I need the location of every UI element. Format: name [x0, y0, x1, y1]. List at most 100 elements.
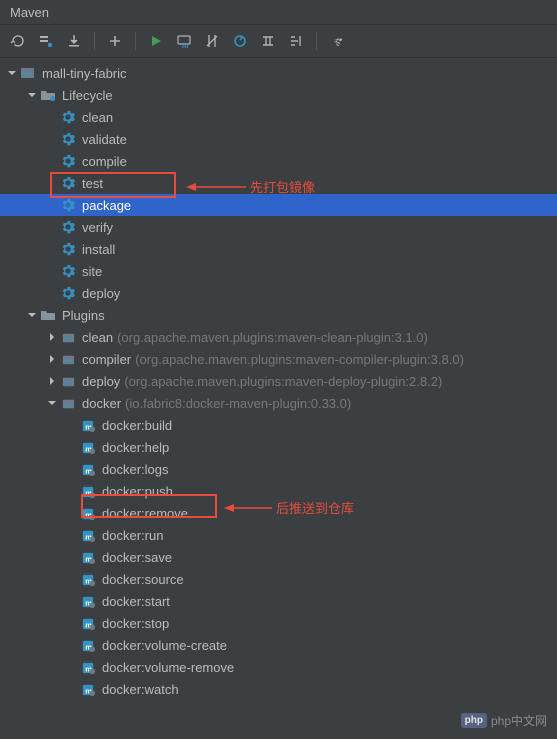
plugin-goal-docker-build[interactable]: mdocker:build	[0, 414, 557, 436]
lifecycle-goal-compile[interactable]: compile	[0, 150, 557, 172]
reload-icon[interactable]	[6, 29, 30, 53]
tree-label: Plugins	[62, 308, 105, 323]
generate-sources-icon[interactable]	[34, 29, 58, 53]
lifecycle-goal-test[interactable]: test	[0, 172, 557, 194]
maven-goal-icon: m	[80, 461, 96, 477]
lifecycle-goal-deploy[interactable]: deploy	[0, 282, 557, 304]
download-icon[interactable]	[62, 29, 86, 53]
svg-text:m: m	[182, 43, 188, 49]
plugin-coords: (org.apache.maven.plugins:maven-deploy-p…	[124, 374, 442, 389]
plugin-goal-docker-remove[interactable]: mdocker:remove	[0, 502, 557, 524]
plugin-icon: m	[60, 329, 76, 345]
plugin-docker[interactable]: m docker (io.fabric8:docker-maven-plugin:0…	[0, 392, 557, 414]
tree-label: compile	[82, 154, 127, 169]
plugin-icon: m	[60, 395, 76, 411]
plugin-goal-docker-help[interactable]: m docker:help	[0, 436, 557, 458]
tree-label: docker	[82, 396, 121, 411]
plugin-compiler[interactable]: mcompiler(org.apache.maven.plugins:maven…	[0, 348, 557, 370]
skip-tests-icon[interactable]	[256, 29, 280, 53]
gear-icon	[60, 241, 76, 257]
gear-icon	[60, 285, 76, 301]
execute-maven-icon[interactable]: m	[172, 29, 196, 53]
add-icon[interactable]	[103, 29, 127, 53]
watermark-logo: php	[461, 713, 487, 728]
expand-arrow-icon[interactable]	[46, 397, 58, 409]
expand-arrow-icon[interactable]	[46, 353, 58, 365]
maven-goal-icon: m	[80, 615, 96, 631]
toolbar-separator	[316, 32, 317, 50]
run-icon[interactable]	[144, 29, 168, 53]
tree-label: docker:run	[102, 528, 163, 543]
tree-label: test	[82, 176, 103, 191]
maven-goal-icon: m	[80, 637, 96, 653]
plugin-goal-docker-run[interactable]: m docker:run	[0, 524, 557, 546]
tree-label: docker:help	[102, 440, 169, 455]
toolbar: m	[0, 25, 557, 58]
lifecycle-goal-site[interactable]: site	[0, 260, 557, 282]
gear-icon	[60, 197, 76, 213]
plugin-goal-docker-volume-remove[interactable]: m docker:volume-remove	[0, 656, 557, 678]
watermark-text: php中文网	[491, 712, 547, 729]
expand-arrow-icon[interactable]	[46, 375, 58, 387]
plugins-folder[interactable]: Plugins	[0, 304, 557, 326]
maven-goal-icon: m	[80, 527, 96, 543]
settings-icon[interactable]	[325, 29, 349, 53]
tree-label: docker:watch	[102, 682, 179, 697]
plugin-goal-docker-start[interactable]: mdocker:start	[0, 590, 557, 612]
tree-label: docker:push	[102, 484, 173, 499]
toolbar-separator	[135, 32, 136, 50]
plugin-goal-docker-volume-create[interactable]: m docker:volume-create	[0, 634, 557, 656]
maven-goal-icon: m	[80, 681, 96, 697]
tree-label: clean	[82, 110, 113, 125]
tree-label: docker:build	[102, 418, 172, 433]
tree-label: docker:volume-remove	[102, 660, 234, 675]
lifecycle-folder[interactable]: Lifecycle	[0, 84, 557, 106]
svg-text:m: m	[64, 400, 71, 409]
show-deps-icon[interactable]	[284, 29, 308, 53]
maven-goal-icon: m	[80, 483, 96, 499]
tree-root[interactable]: m mall-tiny-fabric	[0, 62, 557, 84]
expand-arrow-icon[interactable]	[46, 331, 58, 343]
plugin-goal-docker-logs[interactable]: mdocker:logs	[0, 458, 557, 480]
tree-label: docker:stop	[102, 616, 169, 631]
expand-arrow-icon[interactable]	[26, 309, 38, 321]
watermark: php php中文网	[461, 712, 547, 729]
lifecycle-goal-install[interactable]: install	[0, 238, 557, 260]
lifecycle-goal-validate[interactable]: validate	[0, 128, 557, 150]
gear-icon	[60, 263, 76, 279]
maven-goal-icon: m	[80, 439, 96, 455]
lifecycle-goal-clean[interactable]: clean	[0, 106, 557, 128]
tree-label: docker:volume-create	[102, 638, 227, 653]
tree-label: Lifecycle	[62, 88, 113, 103]
expand-arrow-icon[interactable]	[6, 67, 18, 79]
plugin-goal-docker-save[interactable]: mdocker:save	[0, 546, 557, 568]
plugin-coords: (org.apache.maven.plugins:maven-clean-pl…	[117, 330, 428, 345]
plugin-goal-docker-push[interactable]: m docker:push	[0, 480, 557, 502]
cycle-icon[interactable]	[228, 29, 252, 53]
gear-icon	[60, 153, 76, 169]
tree-label: mall-tiny-fabric	[42, 66, 127, 81]
toggle-offline-icon[interactable]	[200, 29, 224, 53]
plugin-coords: (io.fabric8:docker-maven-plugin:0.33.0)	[125, 396, 351, 411]
plugin-goal-docker-watch[interactable]: m docker:watch	[0, 678, 557, 700]
gear-icon	[60, 109, 76, 125]
plugin-clean[interactable]: mclean (org.apache.maven.plugins:maven-cl…	[0, 326, 557, 348]
maven-goal-icon: m	[80, 549, 96, 565]
tree-label: verify	[82, 220, 113, 235]
lifecycle-goal-verify[interactable]: verify	[0, 216, 557, 238]
maven-goal-icon: m	[80, 593, 96, 609]
tree-label: deploy	[82, 286, 120, 301]
plugin-goal-docker-stop[interactable]: m docker:stop	[0, 612, 557, 634]
plugin-icon: m	[60, 351, 76, 367]
tree-label: docker:source	[102, 572, 184, 587]
tree-label: clean	[82, 330, 113, 345]
gear-icon	[60, 131, 76, 147]
expand-arrow-icon[interactable]	[26, 89, 38, 101]
lifecycle-goal-package[interactable]: package	[0, 194, 557, 216]
tree-label: validate	[82, 132, 127, 147]
tree-label: install	[82, 242, 115, 257]
plugin-goal-docker-source[interactable]: mdocker:source	[0, 568, 557, 590]
tree-label: site	[82, 264, 102, 279]
plugin-deploy[interactable]: mdeploy(org.apache.maven.plugins:maven-d…	[0, 370, 557, 392]
maven-goal-icon: m	[80, 659, 96, 675]
